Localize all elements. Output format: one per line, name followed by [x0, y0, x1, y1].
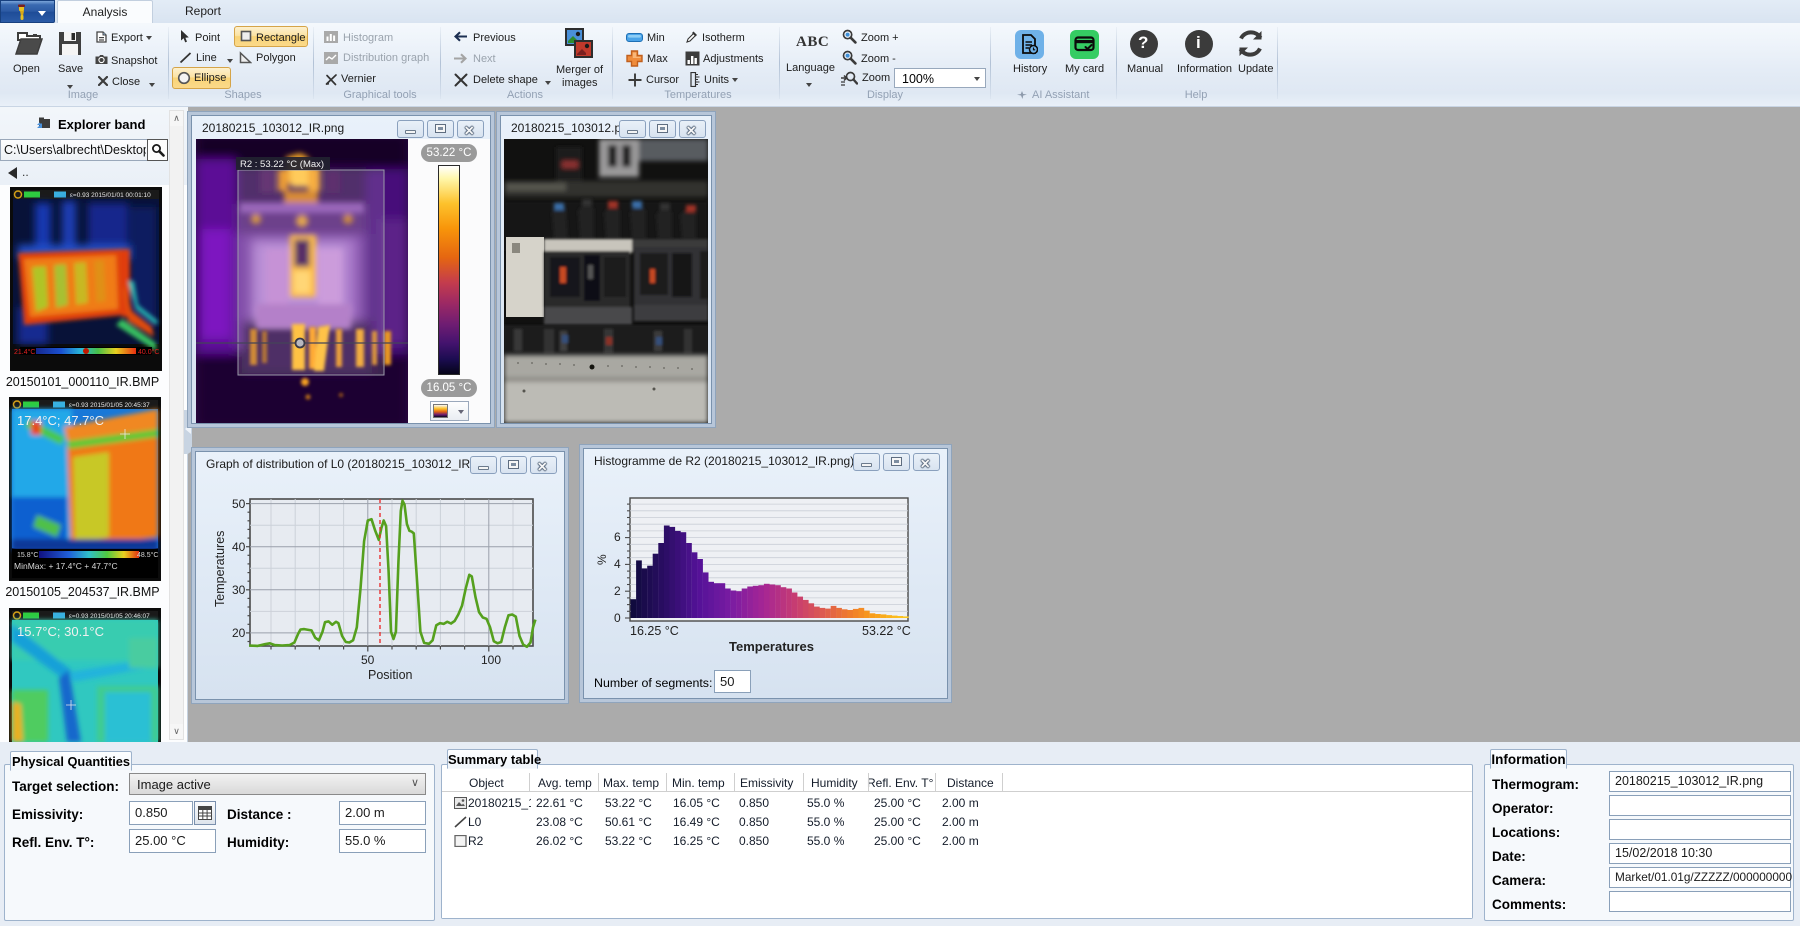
svg-text:2: 2	[614, 584, 621, 598]
svg-text:21.4°C: 21.4°C	[14, 348, 35, 356]
svg-text:Temperatures: Temperatures	[213, 531, 227, 607]
svg-text:%: %	[595, 554, 609, 565]
svg-text:MinMax: + 17.4°C + 47.7°C: MinMax: + 17.4°C + 47.7°C	[14, 561, 118, 571]
svg-text:50: 50	[361, 653, 375, 667]
svg-text:0: 0	[614, 611, 621, 625]
svg-text:40.0°C: 40.0°C	[138, 348, 159, 356]
svg-text:4: 4	[614, 557, 621, 571]
svg-text:ε=0.93 2015/01/05 20:45:37: ε=0.93 2015/01/05 20:45:37	[69, 402, 150, 409]
svg-text:30: 30	[232, 583, 246, 597]
svg-text:40: 40	[232, 540, 246, 554]
svg-text:6: 6	[614, 530, 621, 544]
svg-text:17.4°C; 47.7°C: 17.4°C; 47.7°C	[17, 413, 104, 428]
svg-text:53.22 °C: 53.22 °C	[862, 624, 911, 638]
svg-text:Position: Position	[368, 668, 413, 682]
svg-text:15.7°C; 30.1°C: 15.7°C; 30.1°C	[17, 624, 104, 639]
svg-text:20: 20	[232, 626, 246, 640]
svg-text:ε=0.93 2015/01/05 20:46:07: ε=0.93 2015/01/05 20:46:07	[69, 613, 150, 620]
svg-text:100: 100	[481, 653, 501, 667]
svg-text:15.8°C: 15.8°C	[17, 551, 38, 559]
svg-text:R2 : 53.22 °C (Max): R2 : 53.22 °C (Max)	[240, 159, 324, 170]
svg-text:48.5°C: 48.5°C	[137, 551, 158, 559]
svg-text:Temperatures: Temperatures	[729, 639, 814, 654]
svg-text:16.25 °C: 16.25 °C	[630, 624, 679, 638]
svg-text:50: 50	[232, 497, 246, 511]
svg-text:ε=0.93 2015/01/01 00:01:10: ε=0.93 2015/01/01 00:01:10	[70, 192, 151, 199]
